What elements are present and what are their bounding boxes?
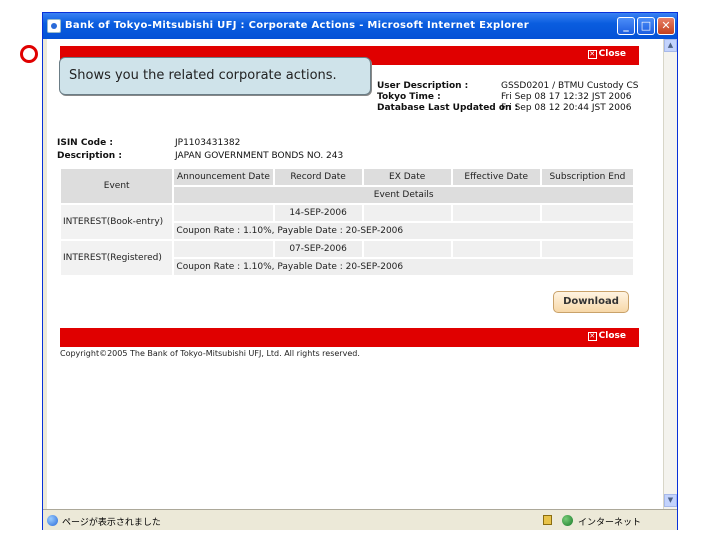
page-status-icon [47, 515, 58, 526]
col-header-subscription-end: Subscription End [541, 169, 633, 185]
close-box-icon: ✕ [587, 50, 597, 59]
internet-zone-icon [562, 515, 573, 526]
col-header-announcement-date: Announcement Date [174, 169, 273, 185]
subscription-end-cell [541, 241, 633, 257]
event-details-cell: Coupon Rate : 1.10%, Payable Date : 20-S… [174, 223, 633, 239]
event-name-cell[interactable]: INTEREST(Registered) [61, 241, 173, 275]
isin-value: JP1103431382 [175, 138, 241, 148]
lock-icon [543, 515, 552, 525]
zone-text: インターネット [578, 518, 642, 528]
window-close-button[interactable]: ✕ [657, 17, 675, 35]
maximize-button[interactable]: □ [637, 17, 655, 35]
page-content: ✕ Close User Description : GSSD0201 / BTM… [47, 39, 663, 509]
effective-date-cell [452, 241, 540, 257]
header-close-label: Close [598, 49, 626, 59]
status-bar: ページが表示されました インターネット [43, 509, 677, 530]
isin-label: ISIN Code : [57, 138, 113, 148]
status-text: ページが表示されました [62, 518, 161, 528]
bank-logo-icon [20, 45, 38, 63]
table-header-row: Event Announcement Date Record Date EX D… [61, 169, 633, 203]
ex-date-cell [363, 241, 451, 257]
footer-close-link[interactable]: ✕ Close [587, 331, 626, 341]
table-row: INTEREST(Book-entry) 14-SEP-2006 [61, 205, 633, 239]
announcement-date-cell [174, 205, 273, 221]
corporate-actions-table: Event Announcement Date Record Date EX D… [59, 167, 635, 277]
user-description-label: User Description : [377, 81, 469, 91]
ex-date-cell [363, 205, 451, 221]
record-date-cell: 07-SEP-2006 [274, 241, 362, 257]
record-date-cell: 14-SEP-2006 [274, 205, 362, 221]
description-label: Description : [57, 151, 122, 161]
close-box-icon: ✕ [587, 332, 597, 341]
tooltip-callout: Shows you the related corporate actions. [59, 57, 371, 95]
footer-bar: ✕ Close [60, 328, 639, 347]
window-title: Bank of Tokyo-Mitsubishi UFJ : Corporate… [65, 20, 529, 31]
description-value: JAPAN GOVERNMENT BONDS NO. 243 [175, 151, 344, 161]
db-updated-value: Fri Sep 08 12 20:44 JST 2006 [501, 103, 632, 113]
col-header-record-date: Record Date [274, 169, 362, 185]
tokyo-time-label: Tokyo Time : [377, 92, 441, 102]
db-updated-label: Database Last Updated on : [377, 103, 519, 113]
table-row: INTEREST(Registered) 07-SEP-2006 [61, 241, 633, 275]
user-description-value: GSSD0201 / BTMU Custody CS [501, 81, 639, 91]
announcement-date-cell [174, 241, 273, 257]
ie-icon [47, 19, 61, 33]
col-header-effective-date: Effective Date [452, 169, 540, 185]
effective-date-cell [452, 205, 540, 221]
col-header-ex-date: EX Date [363, 169, 451, 185]
header-close-link[interactable]: ✕ Close [587, 49, 626, 59]
event-name-cell[interactable]: INTEREST(Book-entry) [61, 205, 173, 239]
tokyo-time-value: Fri Sep 08 17 12:32 JST 2006 [501, 92, 632, 102]
scroll-down-arrow-icon[interactable]: ▼ [664, 494, 677, 507]
event-details-cell: Coupon Rate : 1.10%, Payable Date : 20-S… [174, 259, 633, 275]
minimize-button[interactable]: _ [617, 17, 635, 35]
copyright-text: Copyright©2005 The Bank of Tokyo-Mitsubi… [60, 349, 360, 358]
title-bar[interactable]: Bank of Tokyo-Mitsubishi UFJ : Corporate… [43, 13, 677, 39]
col-header-event-details: Event Details [174, 187, 633, 203]
footer-close-label: Close [598, 331, 626, 341]
scroll-up-arrow-icon[interactable]: ▲ [664, 39, 677, 52]
col-header-event: Event [61, 169, 173, 203]
subscription-end-cell [541, 205, 633, 221]
download-button[interactable]: Download [553, 291, 629, 313]
vertical-scrollbar[interactable]: ▲ ▼ [663, 39, 677, 509]
